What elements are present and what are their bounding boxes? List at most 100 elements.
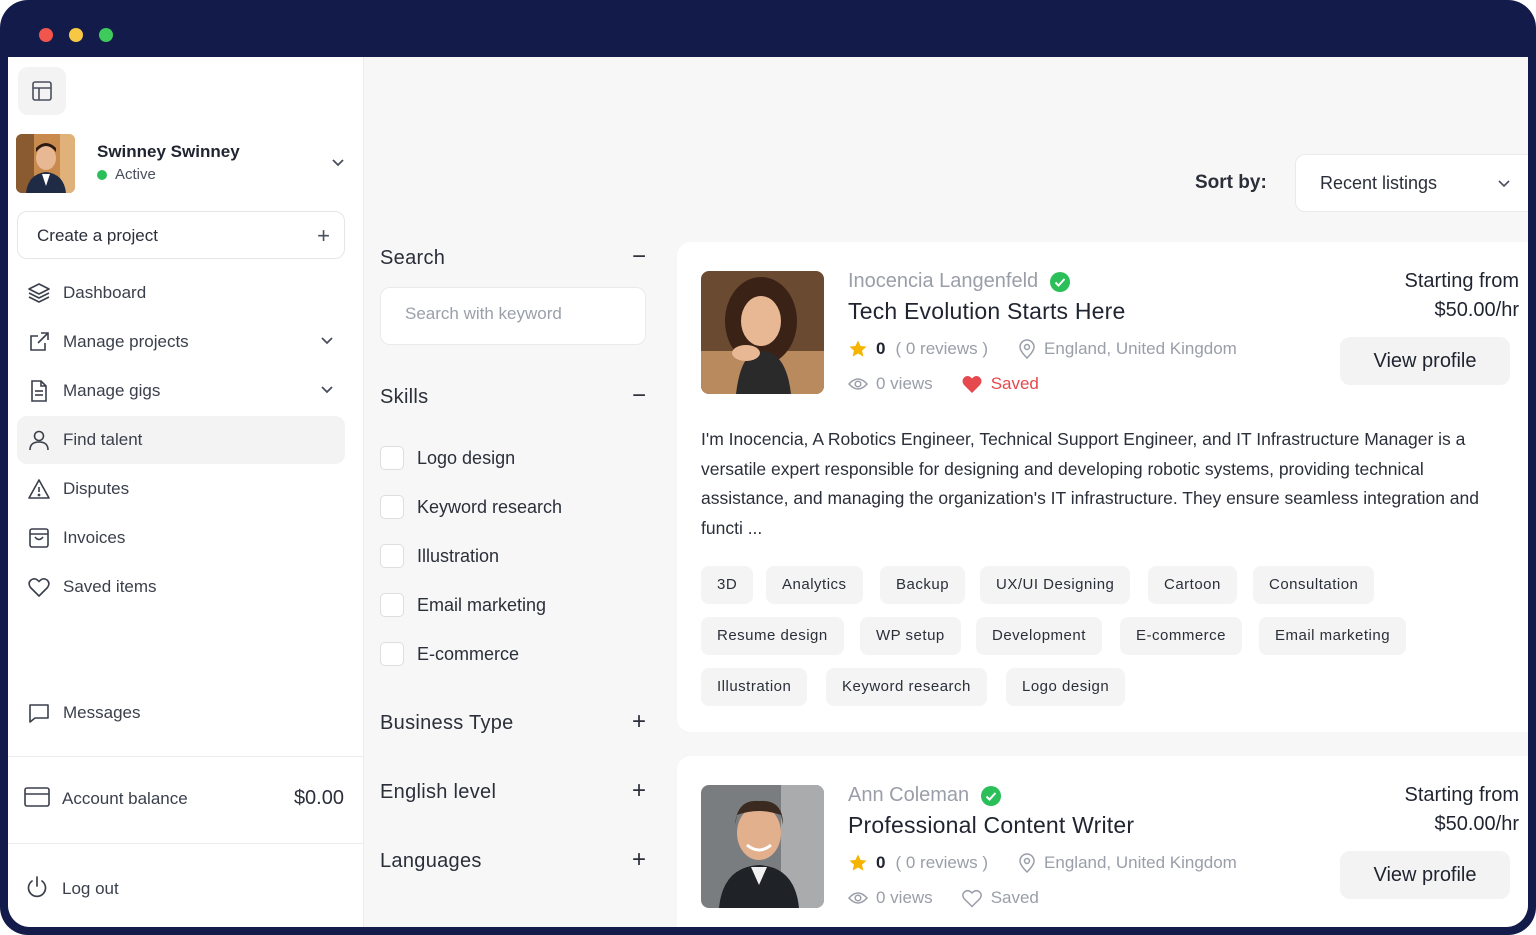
filter-english-level-title: English level [380,781,497,803]
checkbox[interactable] [380,544,404,568]
filter-skills-title: Skills [380,386,429,408]
keyword-search-input[interactable] [405,304,585,324]
user-icon [29,430,49,451]
talent-name[interactable]: Inocencia Langenfeld [848,270,1038,293]
sidebar-item-label: Manage projects [63,332,189,351]
layout-icon [32,81,52,101]
talent-description: I'm Inocencia, A Robotics Engineer, Tech… [701,429,1479,538]
star-icon [849,854,867,871]
filter-business-type-title: Business Type [380,712,514,734]
filter-skills-header[interactable]: Skills − [380,382,646,416]
skill-tag[interactable]: UX/UI Designing [980,566,1131,604]
talent-title[interactable]: Tech Evolution Starts Here [848,298,1126,325]
saved-label: Saved [990,374,1039,393]
heart-icon [28,578,50,597]
maximize-window-dot[interactable] [99,28,113,42]
verified-icon [981,785,1002,806]
account-balance-value: $0.00 [293,787,344,809]
sort-label: Sort by: [1195,172,1267,193]
logout-button[interactable]: Log out [24,863,344,911]
sidebar-item-label: Disputes [63,479,130,498]
talent-photo[interactable] [701,271,824,394]
skill-tag[interactable]: Development [976,617,1102,655]
sidebar: Swinney Swinney Active Create a project … [8,57,364,927]
sort-select[interactable]: Recent listings [1295,154,1528,212]
talent-meta-secondary: 0 views Saved [848,888,1039,908]
create-project-button[interactable]: Create a project + [17,211,345,259]
skill-tag[interactable]: Keyword research [826,668,987,706]
keyword-search-box[interactable] [380,287,646,345]
checkbox[interactable] [380,495,404,519]
sidebar-item-find-talent[interactable]: Find talent [17,416,345,464]
location-pin-icon [1019,853,1035,873]
skill-tag[interactable]: Cartoon [1148,566,1237,604]
verified-icon [1050,271,1071,292]
skill-tag[interactable]: Logo design [1006,668,1126,706]
sort-value: Recent listings [1320,173,1438,193]
sidebar-item-saved-items[interactable]: Saved items [17,563,345,611]
create-project-label: Create a project [37,226,158,245]
talent-name[interactable]: Ann Coleman [848,784,969,807]
checkbox[interactable] [380,446,404,470]
user-status-label: Active [115,166,156,183]
saved-label: Saved [990,888,1039,907]
heart-filled-icon [962,375,982,393]
eye-icon [848,378,868,390]
skill-tag[interactable]: E-commerce [1120,617,1243,655]
close-window-dot[interactable] [39,28,53,42]
skill-tag[interactable]: 3D [701,566,754,604]
user-profile[interactable]: Swinney Swinney Active [16,134,346,194]
skill-tag[interactable]: Resume design [701,617,844,655]
talent-title[interactable]: Professional Content Writer [848,812,1134,839]
sidebar-item-label: Dashboard [63,283,147,302]
skill-tag[interactable]: Consultation [1253,566,1375,604]
save-button[interactable]: Saved [961,888,1039,908]
heart-icon [961,889,982,908]
talent-rating: 0 [876,853,886,872]
skill-tag[interactable]: Illustration [701,668,808,706]
sidebar-item-disputes[interactable]: Disputes [17,465,345,513]
save-button[interactable]: Saved [961,374,1039,394]
checkbox[interactable] [380,593,404,617]
talent-rating: 0 [876,339,886,358]
plus-icon: + [631,846,646,873]
user-status: Active [97,166,156,183]
view-profile-button[interactable]: View profile [1340,851,1510,899]
price-label: Starting from [1404,784,1519,806]
sidebar-divider [8,756,364,757]
skill-tag[interactable]: Backup [880,566,966,604]
avatar [16,134,75,193]
talent-reviews: ( 0 reviews ) [895,339,989,358]
filter-business-type-header[interactable]: Business Type + [380,708,646,742]
skill-tag[interactable]: Analytics [766,566,863,604]
filter-english-level-header[interactable]: English level + [380,777,646,811]
filter-languages-header[interactable]: Languages + [380,846,646,880]
price-value: $50.00/hr [1434,299,1519,321]
warning-icon [28,479,50,499]
talent-card: Ann Coleman Professional Content Writer … [677,756,1528,927]
sidebar-item-messages[interactable]: Messages [17,689,345,737]
talent-photo[interactable] [701,785,824,908]
sidebar-item-invoices[interactable]: Invoices [17,514,345,562]
plus-icon: + [317,223,330,248]
star-icon [849,340,867,357]
view-profile-button[interactable]: View profile [1340,337,1510,385]
sidebar-divider [8,843,364,844]
sidebar-item-dashboard[interactable]: Dashboard [17,269,345,317]
talent-location: England, United Kingdom [1044,853,1237,872]
sidebar-toggle-button[interactable] [18,67,66,115]
filter-search-header[interactable]: Search − [380,243,646,277]
credit-card-icon [24,787,50,807]
chevron-down-icon[interactable] [330,154,346,170]
minimize-window-dot[interactable] [69,28,83,42]
skill-tag[interactable]: Email marketing [1259,617,1407,655]
skill-label: E-commerce [417,644,520,664]
talent-location: England, United Kingdom [1044,339,1237,358]
sidebar-item-manage-projects[interactable]: Manage projects [17,318,345,366]
skill-tag[interactable]: WP setup [860,617,961,655]
plus-icon: + [631,777,646,804]
sidebar-item-manage-gigs[interactable]: Manage gigs [17,367,345,415]
price-value: $50.00/hr [1434,813,1519,835]
skill-label: Email marketing [417,595,547,615]
checkbox[interactable] [380,642,404,666]
